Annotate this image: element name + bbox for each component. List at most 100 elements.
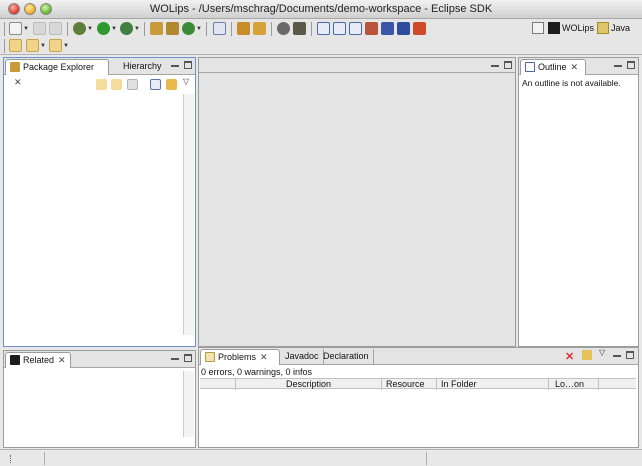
close-tab-icon[interactable]: ✕ <box>58 353 66 368</box>
tab-problems[interactable]: Problems ✕ <box>200 349 280 365</box>
tab-package-explorer[interactable]: Package Explorer✕ <box>5 59 109 87</box>
new-package-icon[interactable] <box>166 22 179 35</box>
wolips-perspective-icon <box>548 22 560 34</box>
minimize-view-button[interactable] <box>613 351 621 357</box>
close-tab-icon[interactable]: ✕ <box>14 75 22 90</box>
status-bar <box>0 449 642 466</box>
tab-related-label: Related <box>23 355 55 365</box>
new-dropdown-icon[interactable]: ▼ <box>23 26 29 32</box>
view-menu-icon[interactable]: ▽ <box>183 77 189 86</box>
tab-problems-label: Problems <box>218 352 257 362</box>
back-dropdown-icon[interactable]: ▼ <box>40 43 46 49</box>
toolbar-separator <box>67 22 68 36</box>
open-type-icon[interactable] <box>237 22 250 35</box>
new-class-dropdown-icon[interactable]: ▼ <box>196 26 202 32</box>
forward-icon[interactable] <box>49 39 62 52</box>
back-nav-icon[interactable] <box>96 79 107 90</box>
tab-package-explorer-label: Package Explorer <box>23 62 95 72</box>
save-icon[interactable] <box>33 22 46 35</box>
maximize-view-button[interactable] <box>627 61 635 69</box>
outline-panel: Outline ✕ An outline is not available. <box>518 57 639 347</box>
package-explorer-tabbar: Package Explorer✕ Hierarchy <box>4 58 195 87</box>
title-bar: WOLips - /Users/mschrag/Documents/demo-w… <box>0 0 642 19</box>
debug-icon[interactable] <box>73 22 86 35</box>
tab-javadoc[interactable]: Javadoc <box>281 349 324 365</box>
wo-component-icon[interactable] <box>293 22 306 35</box>
toolbar-separator <box>231 22 232 36</box>
wo-deploy-icon[interactable] <box>397 22 410 35</box>
related-icon <box>10 355 20 365</box>
problems-icon <box>205 352 215 362</box>
package-explorer-scrollbar[interactable] <box>183 94 194 335</box>
maximize-view-button[interactable] <box>184 354 192 362</box>
related-scrollbar[interactable] <box>183 371 194 437</box>
minimize-view-button[interactable] <box>171 354 179 360</box>
last-edit-location-icon[interactable] <box>9 39 22 52</box>
wo-run-icon[interactable] <box>413 22 426 35</box>
maximize-view-button[interactable] <box>626 351 634 359</box>
editor-area <box>198 57 516 347</box>
column-header-resource[interactable]: Resource <box>382 379 437 390</box>
window-title: WOLips - /Users/mschrag/Documents/demo-w… <box>149 3 493 15</box>
new-class-icon[interactable] <box>182 22 195 35</box>
package-explorer-icon <box>10 62 20 72</box>
maximize-view-button[interactable] <box>184 61 192 69</box>
forward-nav-icon[interactable] <box>111 79 122 90</box>
related-panel: Related ✕ <box>3 350 196 448</box>
wo-api-icon[interactable] <box>333 22 346 35</box>
debug-dropdown-icon[interactable]: ▼ <box>87 26 93 32</box>
search-icon[interactable] <box>253 22 266 35</box>
column-header-location[interactable]: Lo…on <box>549 379 599 390</box>
toolbar-separator <box>4 22 5 36</box>
minimize-view-button[interactable] <box>614 61 622 67</box>
perspective-wolips[interactable]: WOLips <box>562 23 594 33</box>
tab-declaration[interactable]: Declaration <box>319 349 374 365</box>
perspective-switcher: WOLips Java <box>527 21 639 37</box>
print-icon[interactable] <box>49 22 62 35</box>
tab-related[interactable]: Related ✕ <box>5 352 71 368</box>
column-header-in-folder[interactable]: In Folder <box>437 379 549 390</box>
problems-summary: 0 errors, 0 warnings, 0 infos <box>201 367 313 377</box>
up-nav-icon[interactable] <box>127 79 138 90</box>
column-header-icon[interactable] <box>200 379 236 390</box>
toolbar-separator <box>311 22 312 36</box>
maximize-editor-button[interactable] <box>504 61 512 69</box>
view-menu-icon[interactable]: ▽ <box>599 348 605 357</box>
new-wizard-icon[interactable] <box>9 22 22 35</box>
external-tools-dropdown-icon[interactable]: ▼ <box>134 26 140 32</box>
close-tab-icon[interactable]: ✕ <box>571 60 579 75</box>
delete-marker-icon[interactable]: ✕ <box>565 350 574 363</box>
tab-outline[interactable]: Outline ✕ <box>520 59 586 75</box>
filter-icon[interactable] <box>582 350 592 360</box>
toolbar-separator <box>206 22 207 36</box>
toggle-mark-occurrences-icon[interactable] <box>277 22 290 35</box>
external-tools-icon[interactable] <box>120 22 133 35</box>
status-separator <box>44 452 45 465</box>
run-icon[interactable] <box>97 22 110 35</box>
column-header-description[interactable]: Description <box>236 379 382 390</box>
tab-hierarchy[interactable]: Hierarchy <box>119 59 166 75</box>
problems-table-body <box>200 390 636 446</box>
problems-tabbar: Problems ✕ Javadoc Declaration ✕ ▽ <box>199 348 638 365</box>
forward-dropdown-icon[interactable]: ▼ <box>63 43 69 49</box>
package-explorer-view-toolbar: ▽ <box>94 77 194 92</box>
wo-bundle-icon[interactable] <box>365 22 378 35</box>
perspective-java[interactable]: Java <box>611 23 630 33</box>
wo-eomodel-icon[interactable] <box>349 22 362 35</box>
related-tabbar: Related ✕ <box>4 351 195 368</box>
minimize-view-button[interactable] <box>171 61 179 67</box>
link-with-editor-icon[interactable] <box>166 79 177 90</box>
new-java-project-icon[interactable] <box>150 22 163 35</box>
wo-builder-icon[interactable] <box>317 22 330 35</box>
back-icon[interactable] <box>26 39 39 52</box>
close-tab-icon[interactable]: ✕ <box>260 350 268 365</box>
toolbar-separator <box>271 22 272 36</box>
open-perspective-icon[interactable] <box>532 22 544 34</box>
run-dropdown-icon[interactable]: ▼ <box>111 26 117 32</box>
collapse-all-icon[interactable] <box>150 79 161 90</box>
minimize-editor-button[interactable] <box>491 61 499 67</box>
java-perspective-icon <box>597 22 609 34</box>
wo-wizard-icon[interactable] <box>381 22 394 35</box>
open-task-icon[interactable] <box>213 22 226 35</box>
outline-icon <box>525 62 535 72</box>
